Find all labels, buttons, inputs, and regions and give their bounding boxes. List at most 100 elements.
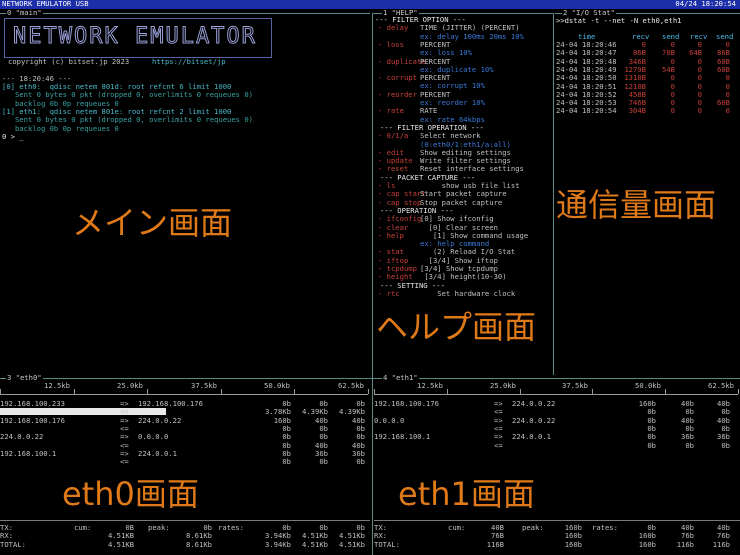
ruler-tick (738, 389, 739, 394)
peak-label: peak: (148, 523, 170, 532)
help-command: - help (378, 230, 404, 240)
total-rate: 4.51Kb (339, 539, 365, 549)
clock: 04/24 18:20:54 (675, 0, 736, 8)
vertical-divider (372, 13, 373, 555)
ruler-label: 50.0kb (264, 381, 290, 390)
pane-title-eth0[interactable]: 3 "eth0" (6, 373, 43, 383)
ruler-label: 62.5kb (708, 381, 734, 390)
ruler-tick (294, 389, 295, 394)
help-command: - duplicate (378, 56, 426, 66)
ruler-tick (74, 389, 75, 394)
main-screen-label: メイン画面 (72, 204, 233, 242)
copyright: copyright (c) bitset.jp 2023 (8, 57, 130, 66)
help-command: - 0/1/a (378, 131, 409, 141)
peak-label: peak: (522, 523, 544, 532)
ruler-tick (374, 389, 375, 394)
stat-value: 0 (697, 106, 702, 116)
flow-dest: 224.0.0.22 (138, 415, 182, 425)
help-command: - reorder (378, 89, 417, 99)
ruler-tick (665, 389, 666, 394)
help-command: - rate (378, 106, 404, 116)
total-peak: 160b (564, 539, 582, 549)
flow-rate: 0b (721, 440, 730, 450)
total-rate: 116b (712, 539, 730, 549)
stat-value: 0 (670, 106, 675, 116)
help-description: Set hardware clock (420, 288, 516, 298)
stat-time: 24-04 18:20:54 (556, 106, 617, 116)
bottom-pane-border (0, 378, 740, 379)
logo-text: NETWORK EMULATOR (13, 24, 257, 50)
ruler-tick (221, 389, 222, 394)
eth0-totals-divider (0, 520, 370, 521)
pane-title-eth1[interactable]: 4 "eth1" (382, 373, 419, 383)
total-rate: 3.94Kb (265, 539, 291, 549)
eth1-screen-label: eth1画面 (398, 475, 535, 513)
eth0-screen-label: eth0画面 (62, 475, 199, 513)
cum-label: cum: (448, 523, 466, 532)
flow-source: 192.168.100.176 (374, 399, 439, 408)
ruler-tick (0, 389, 1, 394)
stat-value: 304B (628, 106, 646, 116)
flow-source: 0.0.0.0 (374, 415, 405, 425)
ruler-label: 50.0kb (635, 381, 661, 390)
help-command: - rtc (378, 288, 400, 298)
eth1-totals-divider (374, 520, 740, 521)
ruler-label: 37.5kb (191, 381, 217, 390)
flow-rate: 0b (356, 457, 365, 467)
stat-column-header: send (716, 32, 734, 41)
app-logo: NETWORK EMULATOR (4, 18, 272, 58)
flow-source: 224.0.0.22 (0, 432, 44, 442)
ruler-tick (592, 389, 593, 394)
cum-label: cum: (74, 523, 92, 532)
rates-label: rates: (592, 523, 618, 532)
ruler-tick (147, 389, 148, 394)
total-label: TOTAL: (0, 539, 26, 549)
flow-bar (0, 408, 166, 416)
ruler-tick (447, 389, 448, 394)
ruler-label: 12.5kb (417, 381, 443, 390)
dstat-command: >>dstat -t --net -N eth0,eth1 (556, 16, 682, 25)
command-prompt[interactable]: 0 > _ (2, 132, 24, 141)
total-label: TOTAL: (374, 539, 400, 549)
help-screen-label: ヘルプ画面 (376, 308, 537, 346)
flow-dest: 0.0.0.0 (138, 432, 169, 442)
stat-value: 0 (725, 106, 730, 116)
stat-divider (553, 13, 554, 375)
rates-label: rates: (218, 523, 244, 532)
help-command: - delay (378, 23, 409, 33)
ruler-label: 62.5kb (338, 381, 364, 390)
title-bar: NETWORK EMULATOR USB 04/24 18:20:54 (0, 0, 740, 9)
stat-column-header: recv (632, 32, 650, 41)
website-link[interactable]: https://bitset/jp (152, 57, 226, 66)
flow-source: 192.168.100.233 (0, 399, 65, 408)
main-pane-border (0, 13, 370, 14)
total-cum: 4.51KB (108, 539, 134, 549)
total-rate: 160b (638, 539, 656, 549)
flow-dest: 224.0.0.22 (512, 415, 556, 425)
stat-screen-label: 通信量画面 (556, 186, 717, 224)
ruler-label: 25.0kb (490, 381, 516, 390)
flow-dest: 224.0.0.22 (512, 399, 556, 408)
ruler-label: 25.0kb (117, 381, 143, 390)
flow-dest: 224.0.0.1 (138, 448, 177, 458)
ruler-label: 12.5kb (44, 381, 70, 390)
flow-rate: 0b (685, 440, 694, 450)
pane-title-main[interactable]: 0 "main" (6, 8, 43, 18)
flow-source: 192.168.100.176 (0, 415, 65, 425)
flow-rate: 0b (647, 440, 656, 450)
flow-rate: 0b (282, 457, 291, 467)
total-rate: 4.51Kb (302, 539, 328, 549)
ruler-tick (520, 389, 521, 394)
flow-dest: 224.0.0.1 (512, 432, 551, 442)
help-command: - loss (378, 39, 404, 49)
ruler-label: 37.5kb (562, 381, 588, 390)
flow-direction: <= (120, 457, 129, 467)
help-command: - corrupt (378, 73, 417, 83)
flow-rate: 0b (319, 457, 328, 467)
total-rate: 116b (676, 539, 694, 549)
flow-dest: 192.168.100.176 (138, 399, 203, 408)
flow-source: 192.168.100.1 (0, 448, 57, 458)
flow-direction: <= (494, 440, 503, 450)
flow-source: 192.168.100.1 (374, 432, 431, 442)
ruler-tick (368, 389, 369, 394)
